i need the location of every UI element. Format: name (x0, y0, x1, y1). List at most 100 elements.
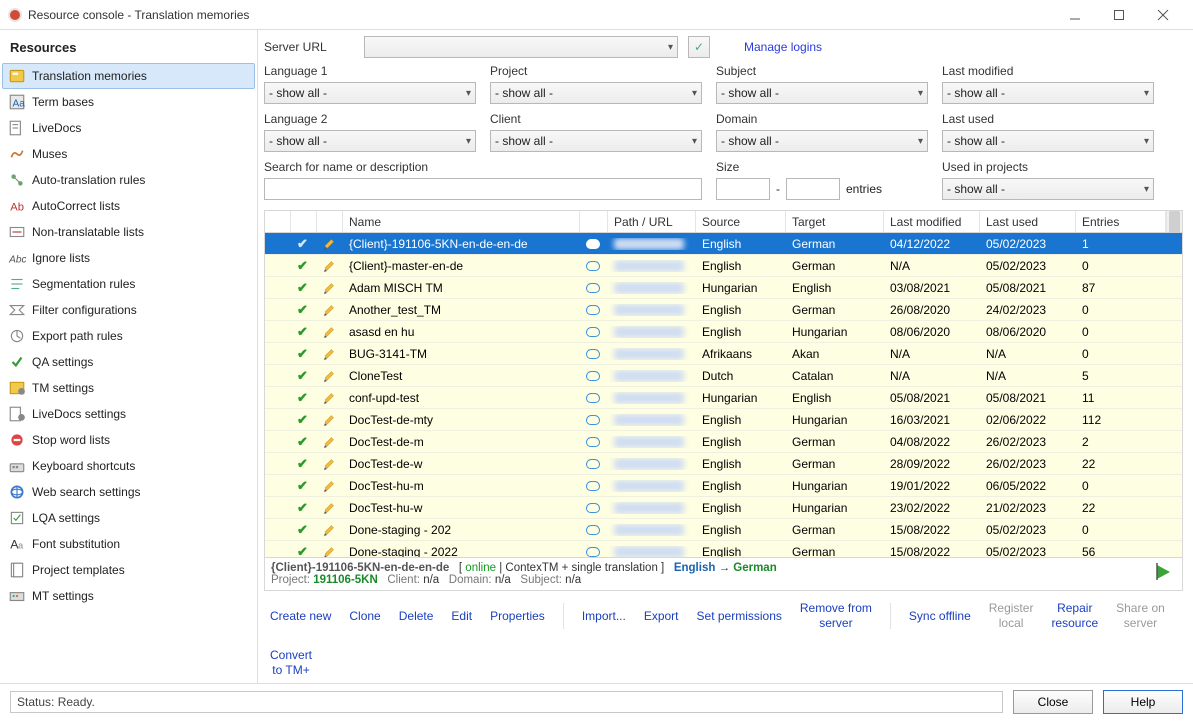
col-target[interactable]: Target (786, 211, 884, 232)
sidebar-item-mt-settings[interactable]: MT settings (2, 583, 255, 609)
table-row[interactable]: ✔{Client}-191106-5KN-en-de-en-deEnglishG… (265, 233, 1182, 255)
language1-select[interactable]: - show all -▾ (264, 82, 476, 104)
col-name[interactable]: Name (343, 211, 580, 232)
table-row[interactable]: ✔BUG-3141-TMAfrikaansAkanN/AN/A0 (265, 343, 1182, 365)
clone-button[interactable]: Clone (349, 609, 380, 623)
sidebar-item-stop-word-lists[interactable]: Stop word lists (2, 427, 255, 453)
col-entries[interactable]: Entries (1076, 211, 1166, 232)
project-select[interactable]: - show all -▾ (490, 82, 702, 104)
cell-last-modified: N/A (884, 259, 980, 273)
size-min-input[interactable] (716, 178, 770, 200)
sidebar-item-keyboard-shortcuts[interactable]: Keyboard shortcuts (2, 453, 255, 479)
sidebar-item-label: AutoCorrect lists (32, 199, 120, 213)
sidebar-item-livedocs[interactable]: LiveDocs (2, 115, 255, 141)
sync-offline-button[interactable]: Sync offline (909, 609, 971, 623)
chevron-down-icon: ▾ (692, 136, 697, 147)
col-last-modified[interactable]: Last modified (884, 211, 980, 232)
table-row[interactable]: ✔asasd en huEnglishHungarian08/06/202008… (265, 321, 1182, 343)
table-row[interactable]: ✔CloneTestDutchCatalanN/AN/A5 (265, 365, 1182, 387)
action-toolbar: Create new Clone Delete Edit Properties … (264, 591, 1183, 683)
server-url-confirm-button[interactable]: ✓ (688, 36, 710, 58)
detail-target-lang: German (733, 562, 776, 574)
table-row[interactable]: ✔DocTest-de-mEnglishGerman04/08/202226/0… (265, 431, 1182, 453)
register-local-button[interactable]: Register local (989, 601, 1034, 630)
last-used-select[interactable]: - show all -▾ (942, 130, 1154, 152)
remove-from-server-button[interactable]: Remove from server (800, 601, 872, 630)
sidebar-item-segmentation-rules[interactable]: Segmentation rules (2, 271, 255, 297)
table-row[interactable]: ✔Another_test_TMEnglishGerman26/08/20202… (265, 299, 1182, 321)
close-button[interactable] (1141, 1, 1185, 29)
cell-last-modified: 15/08/2022 (884, 545, 980, 558)
create-new-button[interactable]: Create new (270, 609, 331, 623)
convert-to-tmplus-button[interactable]: Convert to TM+ (270, 648, 312, 677)
sidebar-item-label: Project templates (32, 563, 125, 577)
sidebar-item-translation-memories[interactable]: Translation memories (2, 63, 255, 89)
sidebar-item-font-substitution[interactable]: AaFont substitution (2, 531, 255, 557)
repair-resource-button[interactable]: Repair resource (1051, 601, 1098, 630)
size-label: Size (716, 160, 928, 174)
sidebar-item-non-translatable-lists[interactable]: Non-translatable lists (2, 219, 255, 245)
maximize-button[interactable] (1097, 1, 1141, 29)
delete-button[interactable]: Delete (399, 609, 434, 623)
cell-entries: 56 (1076, 545, 1182, 558)
server-url-select[interactable]: ▾ (364, 36, 678, 58)
size-max-input[interactable] (786, 178, 840, 200)
properties-button[interactable]: Properties (490, 609, 545, 623)
detail-subject: n/a (565, 574, 581, 586)
table-row[interactable]: ✔Done-staging - 202EnglishGerman15/08/20… (265, 519, 1182, 541)
edit-button[interactable]: Edit (451, 609, 472, 623)
cell-last-modified: 04/12/2022 (884, 237, 980, 251)
sidebar-item-tm-settings[interactable]: TM settings (2, 375, 255, 401)
sidebar-heading: Resources (2, 34, 255, 63)
last-modified-select[interactable]: - show all -▾ (942, 82, 1154, 104)
table-row[interactable]: ✔Done-staging - 2022EnglishGerman15/08/2… (265, 541, 1182, 557)
sidebar-item-auto-translation-rules[interactable]: Auto-translation rules (2, 167, 255, 193)
sidebar-item-term-bases[interactable]: AaTerm bases (2, 89, 255, 115)
table-row[interactable]: ✔conf-upd-testHungarianEnglish05/08/2021… (265, 387, 1182, 409)
sidebar-item-muses[interactable]: Muses (2, 141, 255, 167)
sidebar-item-lqa-settings[interactable]: LQA settings (2, 505, 255, 531)
subject-select[interactable]: - show all -▾ (716, 82, 928, 104)
sidebar-item-qa-settings[interactable]: QA settings (2, 349, 255, 375)
used-in-projects-select[interactable]: - show all -▾ (942, 178, 1154, 200)
detail-client: n/a (423, 574, 439, 586)
cell-source: English (696, 237, 786, 251)
search-input[interactable] (264, 178, 702, 200)
sidebar-item-ignore-lists[interactable]: AbcIgnore lists (2, 245, 255, 271)
share-on-server-button[interactable]: Share on server (1116, 601, 1165, 630)
sidebar-item-export-path-rules[interactable]: Export path rules (2, 323, 255, 349)
edit-icon (317, 413, 343, 427)
col-last-used[interactable]: Last used (980, 211, 1076, 232)
help-button[interactable]: Help (1103, 690, 1183, 714)
cell-target: Hungarian (786, 413, 884, 427)
sidebar-item-icon (8, 223, 26, 241)
set-permissions-button[interactable]: Set permissions (697, 609, 782, 623)
cell-target: German (786, 457, 884, 471)
sidebar-item-web-search-settings[interactable]: Web search settings (2, 479, 255, 505)
close-window-button[interactable]: Close (1013, 690, 1093, 714)
sidebar-item-project-templates[interactable]: Project templates (2, 557, 255, 583)
table-row[interactable]: ✔DocTest-de-wEnglishGerman28/09/202226/0… (265, 453, 1182, 475)
language2-select[interactable]: - show all -▾ (264, 130, 476, 152)
minimize-button[interactable] (1053, 1, 1097, 29)
sidebar-item-autocorrect-lists[interactable]: Ab AutoCorrect lists (2, 193, 255, 219)
cell-entries: 2 (1076, 435, 1182, 449)
table-row[interactable]: ✔Adam MISCH TMHungarianEnglish03/08/2021… (265, 277, 1182, 299)
sidebar-item-livedocs-settings[interactable]: LiveDocs settings (2, 401, 255, 427)
import-button[interactable]: Import... (582, 609, 626, 623)
sidebar-item-icon: Ab (8, 197, 26, 215)
col-path[interactable]: Path / URL (608, 211, 696, 232)
vertical-scrollbar[interactable] (1166, 211, 1182, 232)
col-source[interactable]: Source (696, 211, 786, 232)
table-row[interactable]: ✔DocTest-de-mtyEnglishHungarian16/03/202… (265, 409, 1182, 431)
chevron-down-icon: ▾ (466, 88, 471, 99)
domain-select[interactable]: - show all -▾ (716, 130, 928, 152)
cell-entries: 22 (1076, 501, 1182, 515)
manage-logins-link[interactable]: Manage logins (744, 40, 822, 54)
table-row[interactable]: ✔{Client}-master-en-deEnglishGermanN/A05… (265, 255, 1182, 277)
table-row[interactable]: ✔DocTest-hu-mEnglishHungarian19/01/20220… (265, 475, 1182, 497)
export-button[interactable]: Export (644, 609, 679, 623)
table-row[interactable]: ✔DocTest-hu-wEnglishHungarian23/02/20222… (265, 497, 1182, 519)
client-select[interactable]: - show all -▾ (490, 130, 702, 152)
sidebar-item-filter-configurations[interactable]: Filter configurations (2, 297, 255, 323)
